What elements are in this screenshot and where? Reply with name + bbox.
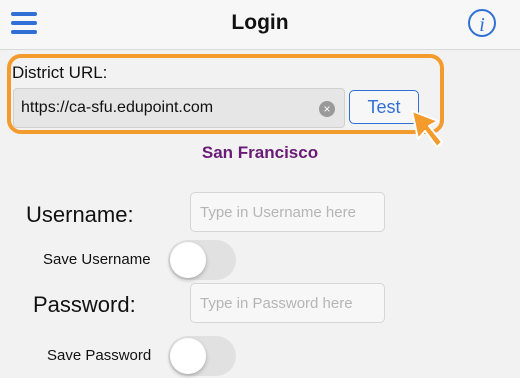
district-url-label: District URL: — [12, 63, 108, 82]
district-name: San Francisco — [201, 143, 319, 162]
district-url-value[interactable]: https://ca-sfu.edupoint.com — [21, 99, 213, 117]
district-url-field[interactable]: https://ca-sfu.edupoint.com × — [13, 88, 345, 128]
info-icon[interactable]: i — [468, 9, 496, 37]
page-title: Login — [231, 11, 289, 34]
save-password-label: Save Password — [47, 347, 152, 364]
save-username-toggle[interactable] — [168, 240, 236, 280]
toggle-knob — [170, 242, 206, 278]
clear-text-icon[interactable]: × — [319, 101, 335, 117]
save-username-label: Save Username — [43, 251, 151, 268]
toggle-knob — [170, 338, 206, 374]
username-input[interactable] — [190, 192, 385, 232]
save-password-toggle[interactable] — [168, 336, 236, 376]
nav-bar: Login i — [0, 0, 520, 50]
password-input[interactable] — [190, 283, 385, 323]
password-label: Password: — [33, 292, 136, 317]
username-label: Username: — [26, 202, 134, 227]
